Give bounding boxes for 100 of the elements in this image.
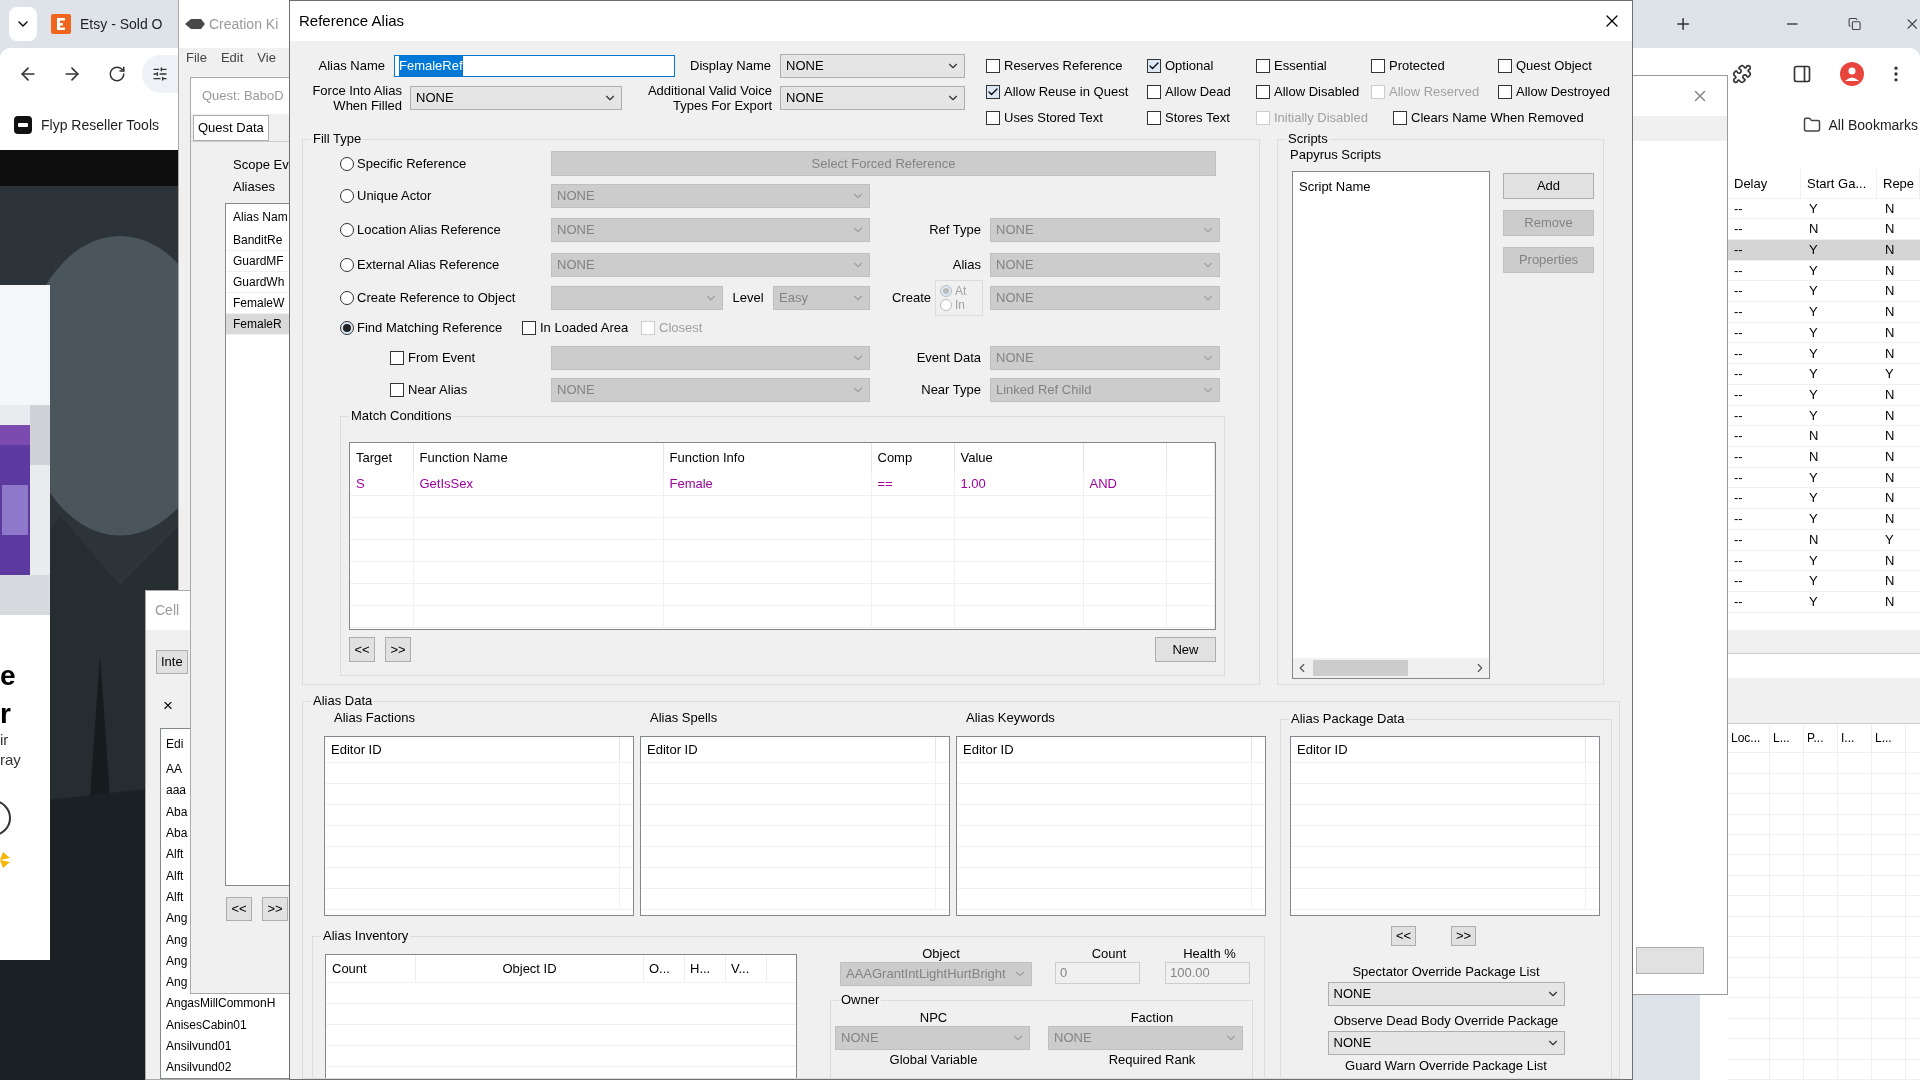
radio-button[interactable]: Unique Actor — [340, 186, 551, 206]
radio-button[interactable]: Find Matching Reference — [340, 318, 522, 338]
column-header[interactable]: L... — [1872, 724, 1906, 753]
column-header[interactable]: Start Ga... — [1801, 169, 1877, 198]
button[interactable]: >> — [385, 637, 411, 662]
column-header[interactable]: V... — [726, 955, 767, 982]
menu-item[interactable]: File — [186, 48, 207, 68]
column-header[interactable]: I... — [1838, 724, 1872, 753]
field-label: Guard Warn Override Package List — [1345, 1058, 1547, 1074]
column-header[interactable]: L... — [1770, 724, 1804, 753]
column-header[interactable]: H... — [685, 955, 726, 982]
alias-name-field[interactable]: FemaleRef — [394, 55, 675, 77]
column-header[interactable]: Repe — [1877, 169, 1920, 198]
table-cell: Female — [663, 473, 871, 495]
field-label: Create — [890, 288, 932, 307]
field-label: Event Data — [915, 349, 982, 368]
checkbox[interactable]: Allow Reuse in Quest — [986, 82, 1147, 102]
dropdown[interactable]: NONE — [410, 86, 622, 110]
extensions-icon[interactable] — [1732, 64, 1752, 84]
table-cell: AND — [1083, 473, 1166, 495]
checkbox[interactable]: Allow Dead — [1147, 82, 1256, 102]
dropdown[interactable]: NONE — [1327, 1031, 1565, 1055]
field-label: Observe Dead Body Override Package — [1333, 1012, 1559, 1030]
field-label: Count — [1090, 945, 1128, 962]
column-header[interactable]: Script Name — [1293, 172, 1489, 202]
checkbox[interactable]: Near Alias — [390, 380, 468, 400]
button[interactable]: >> — [1451, 926, 1476, 946]
column-header[interactable]: Editor ID — [1291, 737, 1585, 762]
checkbox[interactable]: From Event — [390, 348, 476, 368]
checkbox[interactable]: Essential — [1256, 56, 1371, 76]
radio-button[interactable]: Location Alias Reference — [340, 220, 551, 240]
field-label: Object — [921, 945, 961, 962]
table-row[interactable]: -- Y N — [1728, 239, 1920, 261]
column-header[interactable]: Value — [954, 443, 1083, 473]
menu-item[interactable]: Edit — [220, 48, 244, 68]
column-header[interactable]: Editor ID — [641, 737, 935, 762]
radio-button[interactable]: Create Reference to Object — [340, 287, 551, 308]
column-header[interactable]: Editor ID — [325, 737, 619, 762]
button[interactable]: Add — [1503, 173, 1594, 199]
side-panel-icon[interactable] — [1792, 64, 1812, 84]
button[interactable]: New — [1155, 637, 1216, 662]
tab-search-button[interactable] — [9, 7, 38, 41]
checkbox[interactable]: Quest Object — [1498, 56, 1623, 76]
button[interactable]: << — [1391, 926, 1416, 946]
menu-item[interactable]: Vie — [257, 48, 276, 68]
browser-tab[interactable]: Etsy - Sold O — [47, 4, 171, 44]
field-label: Near Type — [920, 381, 982, 400]
button[interactable]: << — [349, 637, 375, 662]
column-header[interactable]: O... — [644, 955, 685, 982]
checkbox[interactable]: Clears Name When Removed — [1393, 108, 1623, 128]
checkbox[interactable]: In Loaded Area — [522, 318, 641, 338]
checkbox[interactable]: Uses Stored Text — [986, 108, 1147, 128]
checkbox[interactable]: Allow Disabled — [1256, 82, 1371, 102]
button[interactable]: << — [226, 897, 252, 921]
window-title: Reference Alias — [299, 10, 405, 31]
checkbox[interactable]: Optional — [1147, 56, 1256, 76]
column-header[interactable]: Comp — [871, 443, 954, 473]
column-header[interactable]: Function Name — [413, 443, 663, 473]
horizontal-scrollbar[interactable] — [1293, 658, 1489, 678]
all-bookmarks-link[interactable]: All Bookmarks — [1828, 114, 1918, 136]
field-label: Scope Ev — [233, 156, 290, 174]
dropdown[interactable]: NONE — [780, 86, 965, 110]
column-header[interactable]: Count — [326, 955, 416, 982]
dropdown[interactable]: NONE — [780, 54, 965, 78]
button[interactable]: >> — [262, 897, 288, 921]
field-label: Health % — [1182, 945, 1237, 962]
folder-icon[interactable] — [1802, 116, 1821, 134]
field-label: Additional Valid Voice Types For Export — [646, 83, 773, 113]
list-title: Alias Spells — [649, 709, 719, 727]
field-label: Global Variable — [888, 1052, 979, 1068]
field-label: Required Rank — [1107, 1052, 1197, 1068]
checkbox[interactable]: Protected — [1371, 56, 1498, 76]
table-cell: 1.00 — [954, 473, 1083, 495]
radio-button[interactable]: Specific Reference — [340, 153, 551, 174]
restore-icon[interactable] — [1848, 16, 1862, 32]
checkbox[interactable]: Allow Destroyed — [1498, 82, 1623, 102]
bookmark[interactable]: Flyp Reseller Tools — [14, 114, 159, 136]
column-header[interactable]: Editor ID — [957, 737, 1251, 762]
column-header[interactable]: P... — [1804, 724, 1838, 753]
checkbox[interactable]: Stores Text — [1147, 108, 1256, 128]
group-title: Alias Data — [312, 694, 374, 709]
field-label: Alias Name — [317, 57, 386, 76]
tab[interactable]: Quest Data — [193, 114, 269, 141]
group-title: Alias Inventory — [322, 928, 410, 944]
column-header[interactable]: Object ID — [416, 955, 644, 982]
field-label: Papyrus Scripts — [1289, 147, 1383, 163]
column-header[interactable]: Target — [350, 443, 413, 473]
table-cell: GetIsSex — [413, 473, 663, 495]
column-header[interactable]: Function Info — [663, 443, 871, 473]
reload-icon[interactable] — [108, 65, 126, 83]
field-label: Force Into Alias When Filled — [311, 83, 403, 113]
app-icon — [185, 18, 205, 30]
dropdown[interactable]: NONE — [1327, 982, 1565, 1006]
field-label: Ref Type — [928, 221, 982, 240]
radio-button[interactable]: External Alias Reference — [340, 254, 551, 275]
site-info-icon[interactable] — [152, 66, 168, 82]
field-label: Aliases — [233, 178, 276, 196]
checkbox[interactable]: Reserves Reference — [986, 56, 1147, 76]
tab-title: Etsy - Sold O — [80, 14, 163, 34]
avatar-icon[interactable] — [1840, 62, 1864, 86]
